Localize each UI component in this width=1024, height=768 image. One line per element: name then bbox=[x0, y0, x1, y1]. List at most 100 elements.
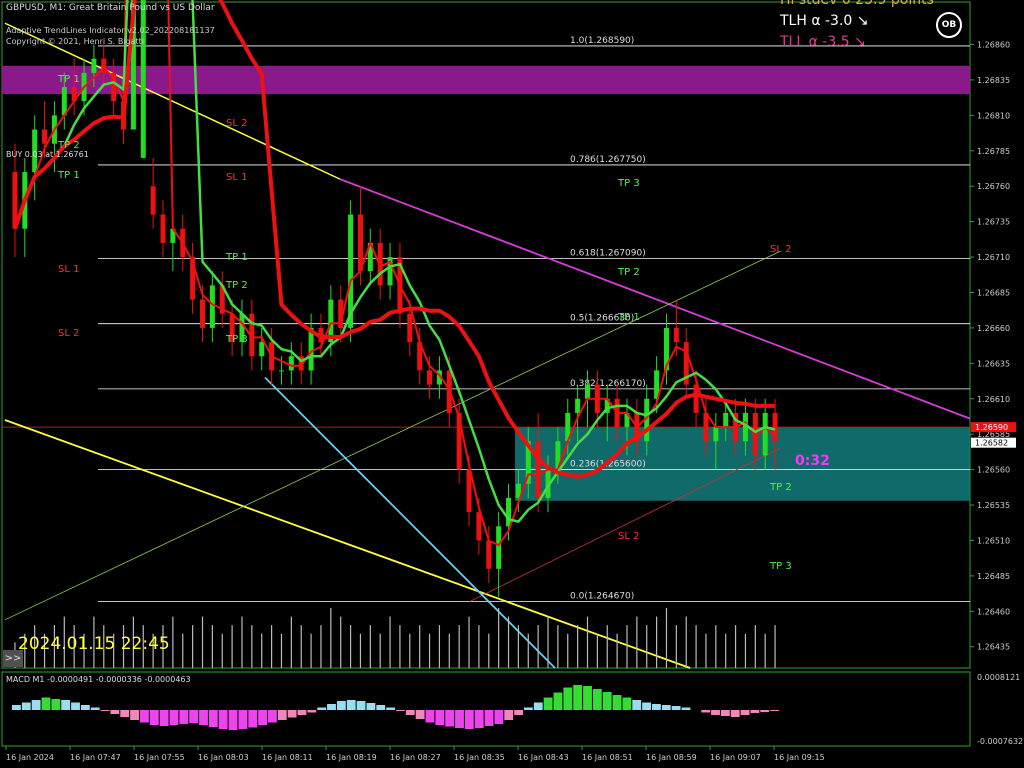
x-tick-label: 16 Jan 08:43 bbox=[518, 753, 569, 762]
y-tick-label: 1.26660 bbox=[977, 324, 1010, 333]
x-tick-label: 16 Jan 07:47 bbox=[70, 753, 121, 762]
macd-bar bbox=[80, 705, 90, 710]
macd-bar bbox=[533, 702, 543, 710]
x-tick-label: 16 Jan 07:55 bbox=[134, 753, 185, 762]
macd-bar bbox=[435, 710, 445, 725]
tp-label: TP 3 bbox=[617, 178, 640, 189]
macd-bar bbox=[720, 710, 730, 716]
macd-bar bbox=[484, 710, 494, 726]
macd-bar bbox=[494, 710, 504, 724]
candle-body bbox=[150, 186, 156, 215]
candle-body bbox=[575, 398, 581, 413]
macd-bar bbox=[130, 710, 139, 720]
macd-bar bbox=[169, 710, 179, 725]
x-tick-label: 16 Jan 08:35 bbox=[454, 753, 505, 762]
candle-body bbox=[407, 313, 413, 343]
macd-bar bbox=[159, 710, 169, 726]
sl-label: SL 2 bbox=[618, 531, 639, 542]
y-tick-label: 1.26460 bbox=[977, 607, 1010, 616]
candle-body bbox=[91, 58, 97, 73]
macd-bar bbox=[307, 710, 317, 713]
y-tick-label: 1.26610 bbox=[977, 395, 1010, 404]
tp-label: TP 1 bbox=[57, 74, 80, 85]
macd-bar bbox=[760, 710, 770, 712]
macd-bar bbox=[563, 687, 573, 710]
tp-label: TP 1 bbox=[57, 170, 80, 181]
x-tick-label: 16 Jan 08:19 bbox=[326, 753, 377, 762]
macd-min-label: -0.0007632 bbox=[977, 737, 1023, 746]
macd-bar bbox=[336, 701, 346, 710]
y-tick-label: 1.26785 bbox=[977, 147, 1010, 156]
macd-bar bbox=[524, 707, 533, 710]
macd-bar bbox=[268, 710, 277, 723]
macd-bar bbox=[228, 710, 238, 730]
macd-bar bbox=[199, 710, 208, 725]
candle-body bbox=[762, 412, 768, 456]
fib-label: 0.382(1.266170) bbox=[570, 379, 646, 389]
fib-label: 0.786(1.267750) bbox=[570, 155, 646, 165]
macd-bar bbox=[445, 710, 455, 727]
macd-bar bbox=[602, 692, 612, 710]
tp-label: TP 1 bbox=[225, 252, 248, 263]
stdev-label: Hi stdev 0 23.9 points bbox=[780, 0, 934, 8]
candle-body bbox=[209, 285, 215, 328]
candle-body bbox=[357, 214, 363, 272]
fib-label: 0.618(1.267090) bbox=[570, 248, 646, 258]
macd-bar bbox=[514, 710, 523, 715]
tp-label: TP 3 bbox=[769, 561, 792, 572]
macd-bar bbox=[681, 707, 691, 710]
candle-body bbox=[200, 299, 205, 328]
macd-bar bbox=[740, 710, 750, 715]
macd-title: MACD M1 -0.0000491 -0.0000336 -0.0000463 bbox=[6, 675, 191, 684]
macd-bar bbox=[573, 685, 583, 710]
y-tick-label: 1.26510 bbox=[977, 536, 1010, 545]
x-tick-label: 16 Jan 08:51 bbox=[582, 753, 633, 762]
macd-bar bbox=[652, 704, 661, 710]
macd-bar bbox=[31, 700, 41, 710]
logo-icon: OB bbox=[936, 12, 962, 38]
candle-body bbox=[259, 342, 265, 357]
scroll-button[interactable]: >> bbox=[3, 650, 23, 667]
macd-bar bbox=[90, 707, 100, 710]
macd-bar bbox=[71, 702, 80, 710]
macd-bar bbox=[149, 710, 159, 725]
macd-bar bbox=[366, 703, 376, 710]
macd-bar bbox=[41, 697, 51, 710]
macd-bar bbox=[238, 710, 248, 729]
tp-label: TP 2 bbox=[769, 482, 792, 493]
sl-label: SL 2 bbox=[770, 244, 791, 255]
tp-label: TP 1 bbox=[617, 312, 640, 323]
tlh-label: TLH α -3.0 ↘ bbox=[780, 13, 869, 29]
macd-bar bbox=[592, 689, 602, 710]
candle-body bbox=[723, 412, 729, 428]
y-tick-label: 1.26710 bbox=[977, 253, 1010, 262]
macd-bar bbox=[100, 710, 110, 711]
symbol-label: GBPUSD, M1: Great Britain Pound vs US Do… bbox=[6, 3, 215, 13]
macd-bar bbox=[474, 710, 484, 728]
macd-bar bbox=[189, 710, 199, 723]
y-tick-label: 1.26435 bbox=[977, 643, 1010, 652]
y-tick-label: 1.26810 bbox=[977, 111, 1010, 120]
macd-bar bbox=[642, 702, 651, 710]
macd-bar bbox=[543, 697, 553, 710]
bar-countdown: 0:32 bbox=[795, 453, 830, 469]
x-tick-label: 16 Jan 08:27 bbox=[390, 753, 441, 762]
macd-bar bbox=[701, 710, 711, 713]
tp-label: TP 2 bbox=[225, 280, 248, 291]
tp-label: TP 3 bbox=[225, 334, 248, 345]
candle-body bbox=[713, 427, 719, 442]
macd-bar bbox=[671, 706, 681, 710]
price-tag-label: 1.26590 bbox=[975, 423, 1008, 432]
macd-bar bbox=[770, 710, 779, 711]
buy-order-label[interactable]: BUY 0.03 at 1.26761 bbox=[6, 150, 89, 159]
macd-bar bbox=[346, 700, 356, 710]
y-tick-label: 1.26835 bbox=[977, 76, 1010, 85]
macd-bar bbox=[287, 710, 297, 718]
macd-bar bbox=[396, 710, 405, 711]
indicator-label: Adaptive TrendLines Indicator v2.02_2022… bbox=[6, 26, 215, 35]
macd-bar bbox=[464, 710, 474, 729]
macd-bar bbox=[297, 710, 307, 715]
macd-bar bbox=[258, 710, 267, 725]
macd-bar bbox=[750, 710, 760, 713]
candle-body bbox=[535, 441, 541, 498]
